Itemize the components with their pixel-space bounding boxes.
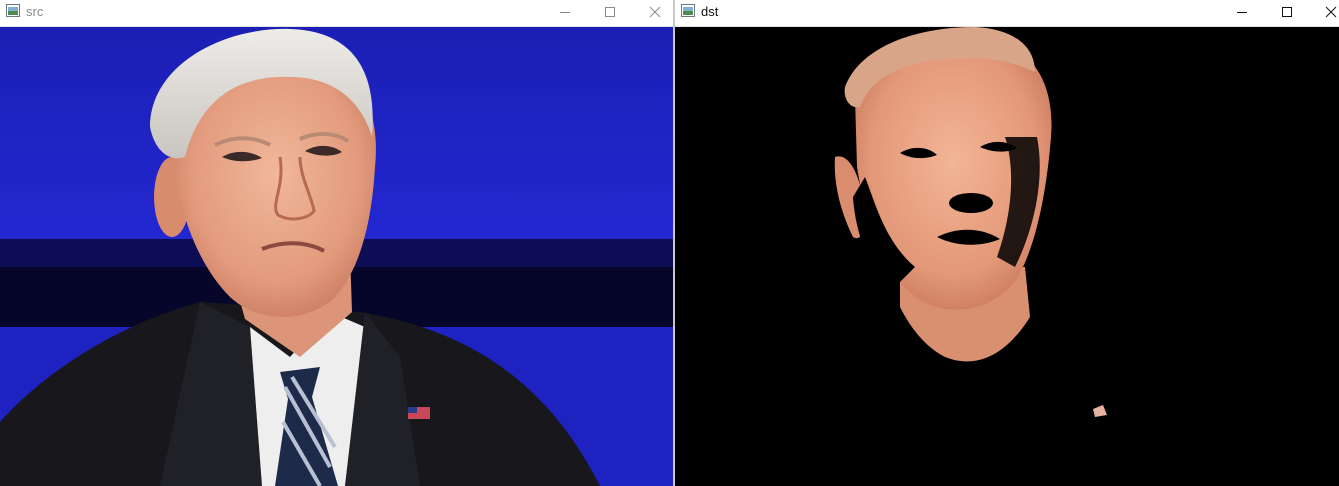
dst-image	[675, 27, 1339, 486]
dst-close-button[interactable]	[1309, 0, 1339, 24]
dst-window[interactable]: dst	[675, 0, 1339, 486]
minimize-icon	[560, 12, 570, 13]
dst-titlebar[interactable]: dst	[675, 0, 1339, 27]
src-window[interactable]: src	[0, 0, 673, 486]
src-minimize-button[interactable]	[543, 0, 587, 24]
src-photo	[0, 27, 673, 486]
dst-minimize-button[interactable]	[1220, 0, 1264, 24]
src-titlebar[interactable]: src	[0, 0, 673, 27]
opencv-window-icon	[681, 4, 695, 17]
dst-window-title: dst	[701, 4, 719, 19]
src-maximize-button[interactable]	[588, 0, 632, 24]
close-icon	[649, 6, 661, 18]
flag-canton	[408, 407, 417, 413]
src-image	[0, 27, 673, 486]
maximize-icon	[605, 7, 615, 17]
mask-hole-nostrils	[949, 193, 993, 213]
maximize-icon	[1282, 7, 1292, 17]
dst-maximize-button[interactable]	[1265, 0, 1309, 24]
opencv-window-icon	[6, 4, 20, 17]
minimize-icon	[1237, 12, 1247, 13]
dst-skin-mask	[675, 27, 1339, 486]
close-icon	[1325, 6, 1337, 18]
src-window-title: src	[26, 4, 44, 19]
src-close-button[interactable]	[633, 0, 673, 24]
